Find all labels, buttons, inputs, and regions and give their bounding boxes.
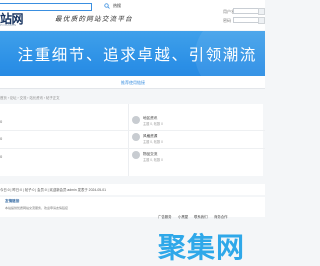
login-button[interactable] [258,8,265,15]
search-input[interactable] [0,3,92,11]
register-button[interactable] [258,17,265,24]
footer-link-contact[interactable]: 联系我们 [194,214,208,219]
forum-meta: 主题 0, 帖数 0 [143,122,163,126]
forum-list-left [0,104,128,176]
forum-icon[interactable] [132,151,140,159]
site-slogan: 最优质的网站交流平台 [55,15,133,23]
footer-link-ads[interactable]: 广告服务 [158,214,172,219]
friend-links-title: 友情链接 [5,199,20,203]
forum-meta: 主题 0, 帖数 0 [143,140,163,144]
watermark-logo: 聚集网 [158,231,246,264]
forum-icon[interactable] [132,133,140,141]
friend-links-text: 本站提供优质网站交流服务，欢迎申请友情链接 [5,206,69,210]
breadcrumb[interactable]: 首页 › 论坛 › 交流 › 站长资讯 › 帖子正文 [0,95,60,100]
footer-link-business[interactable]: 商务合作 [214,214,228,219]
row-count: 0 [0,119,3,124]
banner-slogan: 注重细节、追求卓越、引领潮流 [17,46,257,64]
row-divider [0,148,265,149]
row-count: 0 [0,136,3,141]
site-logo-subtext: POOZHAN [0,23,17,27]
search-icon[interactable] [104,3,110,9]
forum-icon[interactable] [132,116,140,124]
footer-link-blacklist[interactable]: 小黑屋 [178,214,188,219]
row-count: 0 [0,154,3,159]
hot-search-link[interactable]: 推荐使用链接 [121,80,145,86]
forum-meta: 主题 0, 帖数 0 [143,158,163,162]
stats-text: 今日:0 | 昨日:0 | 帖子:0 | 会员:0 | 欢迎新会员:admin … [0,188,107,192]
row-divider [0,130,265,131]
hot-search-label: 热搜 [113,3,121,8]
password-label: 密码 [223,18,231,23]
